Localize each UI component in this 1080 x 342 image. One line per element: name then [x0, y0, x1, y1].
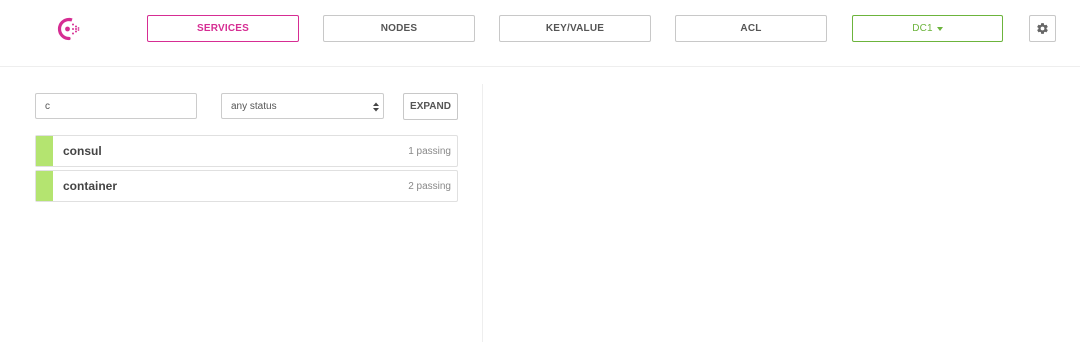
status-filter-select[interactable]: any status	[221, 93, 384, 119]
consul-logo-icon[interactable]	[56, 17, 84, 41]
service-name: consul	[63, 144, 102, 158]
service-list-item[interactable]: container 2 passing	[35, 170, 458, 202]
tab-acl[interactable]: ACL	[675, 15, 827, 42]
top-navigation: SERVICES NODES KEY/VALUE ACL DC1	[0, 0, 1080, 67]
chevron-down-icon	[936, 26, 943, 31]
service-status: 2 passing	[408, 181, 451, 192]
service-list-item[interactable]: consul 1 passing	[35, 135, 458, 167]
service-status: 1 passing	[408, 146, 451, 157]
expand-button[interactable]: EXPAND	[403, 93, 458, 120]
tab-key-value[interactable]: KEY/VALUE	[499, 15, 651, 42]
gear-icon	[1037, 23, 1048, 34]
status-select-value: any status	[231, 100, 277, 112]
datacenter-label: DC1	[912, 23, 933, 34]
service-filter-input[interactable]	[35, 93, 197, 119]
health-status-bar	[36, 171, 53, 201]
pane-divider	[482, 84, 483, 342]
tab-services[interactable]: SERVICES	[147, 15, 299, 42]
health-status-bar	[36, 136, 53, 166]
service-name: container	[63, 179, 118, 193]
select-arrows-icon	[373, 102, 379, 112]
settings-button[interactable]	[1029, 15, 1056, 42]
tab-nodes[interactable]: NODES	[323, 15, 475, 42]
datacenter-dropdown[interactable]: DC1	[852, 15, 1003, 42]
